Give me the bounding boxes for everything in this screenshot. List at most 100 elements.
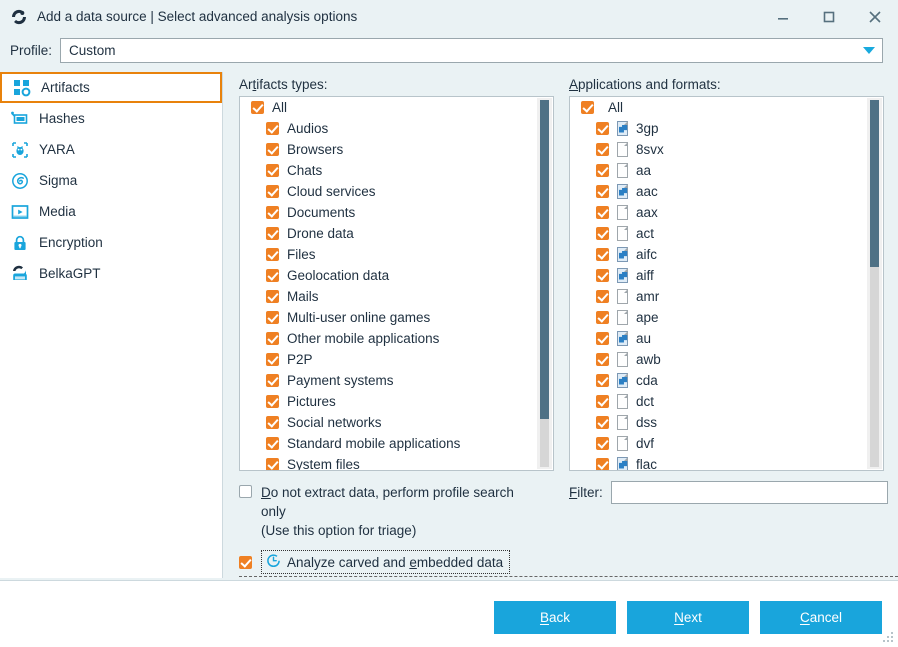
artifact-checkbox[interactable] — [266, 395, 279, 408]
artifacts-scrollbar[interactable] — [537, 98, 552, 469]
artifact-checkbox[interactable] — [266, 374, 279, 387]
format-row[interactable]: awb — [570, 349, 867, 370]
format-checkbox[interactable] — [596, 143, 609, 156]
artifact-checkbox[interactable] — [266, 269, 279, 282]
cancel-button[interactable]: Cancel — [760, 601, 882, 634]
artifacts-row[interactable]: Multi-user online games — [240, 307, 537, 328]
artifacts-row[interactable]: System files — [240, 454, 537, 470]
format-row[interactable]: aiff — [570, 265, 867, 286]
format-checkbox[interactable] — [596, 248, 609, 261]
artifact-checkbox[interactable] — [266, 143, 279, 156]
format-checkbox[interactable] — [596, 311, 609, 324]
format-checkbox[interactable] — [596, 122, 609, 135]
format-checkbox[interactable] — [596, 437, 609, 450]
sidebar-item-media[interactable]: Media — [0, 196, 222, 227]
format-checkbox[interactable] — [596, 416, 609, 429]
no-extract-option[interactable]: Do not extract data, perform profile sea… — [239, 483, 539, 540]
artifacts-row[interactable]: Pictures — [240, 391, 537, 412]
format-checkbox[interactable] — [596, 269, 609, 282]
artifacts-row[interactable]: Mails — [240, 286, 537, 307]
scrollbar-thumb[interactable] — [870, 100, 879, 267]
artifact-checkbox[interactable] — [266, 122, 279, 135]
format-row[interactable]: amr — [570, 286, 867, 307]
artifact-checkbox[interactable] — [266, 311, 279, 324]
back-button[interactable]: Back — [494, 601, 616, 634]
artifacts-row[interactable]: P2P — [240, 349, 537, 370]
sidebar-item-sigma[interactable]: Sigma — [0, 165, 222, 196]
format-checkbox[interactable] — [581, 101, 594, 114]
artifact-checkbox[interactable] — [266, 185, 279, 198]
sidebar-item-belkagpt[interactable]: BelkaGPT — [0, 258, 222, 289]
format-checkbox[interactable] — [596, 353, 609, 366]
format-row[interactable]: dvf — [570, 433, 867, 454]
format-checkbox[interactable] — [596, 374, 609, 387]
applications-formats-listbox[interactable]: All 3gp 8svx aa aac aax act aifc aiff amr ape au awb… — [569, 96, 884, 471]
artifacts-row[interactable]: Other mobile applications — [240, 328, 537, 349]
format-checkbox[interactable] — [596, 395, 609, 408]
artifact-checkbox[interactable] — [266, 416, 279, 429]
no-extract-checkbox[interactable] — [239, 485, 252, 498]
artifact-checkbox[interactable] — [266, 353, 279, 366]
format-row[interactable]: 8svx — [570, 139, 867, 160]
artifacts-row[interactable]: Geolocation data — [240, 265, 537, 286]
maximize-button[interactable] — [806, 0, 852, 33]
artifacts-row[interactable]: Social networks — [240, 412, 537, 433]
artifact-checkbox[interactable] — [266, 290, 279, 303]
sidebar-item-artifacts[interactable]: Artifacts — [0, 72, 222, 103]
format-row[interactable]: aax — [570, 202, 867, 223]
artifact-checkbox[interactable] — [266, 458, 279, 470]
format-row[interactable]: 3gp — [570, 118, 867, 139]
format-row[interactable]: act — [570, 223, 867, 244]
formats-scrollbar[interactable] — [867, 98, 882, 469]
artifact-checkbox[interactable] — [266, 332, 279, 345]
profile-select[interactable]: Custom — [60, 37, 884, 63]
chevron-down-icon[interactable] — [856, 38, 883, 62]
minimize-button[interactable] — [760, 0, 806, 33]
artifact-checkbox[interactable] — [266, 437, 279, 450]
format-row[interactable]: aac — [570, 181, 867, 202]
artifact-checkbox[interactable] — [266, 206, 279, 219]
artifacts-row[interactable]: Chats — [240, 160, 537, 181]
analyze-carved-checkbox[interactable] — [239, 555, 252, 569]
format-checkbox[interactable] — [596, 290, 609, 303]
format-row[interactable]: cda — [570, 370, 867, 391]
analyze-carved-option[interactable]: Analyze carved and embedded data — [239, 550, 511, 574]
format-checkbox[interactable] — [596, 458, 609, 470]
artifacts-row[interactable]: Payment systems — [240, 370, 537, 391]
artifact-checkbox[interactable] — [251, 101, 264, 114]
artifacts-row[interactable]: Browsers — [240, 139, 537, 160]
artifacts-row[interactable]: Standard mobile applications — [240, 433, 537, 454]
artifacts-types-listbox[interactable]: All Audios Browsers Chats Cloud services Docu… — [239, 96, 554, 471]
format-row[interactable]: dss — [570, 412, 867, 433]
format-checkbox[interactable] — [596, 164, 609, 177]
sidebar-item-yara[interactable]: YARA — [0, 134, 222, 165]
artifacts-row[interactable]: Audios — [240, 118, 537, 139]
artifacts-row[interactable]: Cloud services — [240, 181, 537, 202]
artifact-checkbox[interactable] — [266, 227, 279, 240]
scrollbar-thumb[interactable] — [540, 100, 549, 420]
format-checkbox[interactable] — [596, 332, 609, 345]
close-button[interactable] — [852, 0, 898, 33]
format-checkbox[interactable] — [596, 206, 609, 219]
format-row-all[interactable]: All — [570, 97, 867, 118]
artifacts-row-all[interactable]: All — [240, 97, 537, 118]
format-checkbox[interactable] — [596, 227, 609, 240]
artifact-checkbox[interactable] — [266, 164, 279, 177]
sidebar-item-hashes[interactable]: Hashes — [0, 103, 222, 134]
format-row[interactable]: aa — [570, 160, 867, 181]
format-row[interactable]: flac — [570, 454, 867, 470]
sidebar-item-encryption[interactable]: Encryption — [0, 227, 222, 258]
artifacts-row[interactable]: Files — [240, 244, 537, 265]
format-row[interactable]: au — [570, 328, 867, 349]
resize-grip-icon[interactable] — [883, 632, 895, 644]
analyze-carved-focus-box[interactable]: Analyze carved and embedded data — [261, 550, 511, 574]
format-row[interactable]: ape — [570, 307, 867, 328]
filter-input[interactable] — [610, 481, 888, 504]
next-button[interactable]: Next — [627, 601, 749, 634]
artifact-checkbox[interactable] — [266, 248, 279, 261]
artifacts-row[interactable]: Drone data — [240, 223, 537, 244]
artifacts-row[interactable]: Documents — [240, 202, 537, 223]
format-checkbox[interactable] — [596, 185, 609, 198]
format-row[interactable]: dct — [570, 391, 867, 412]
format-row[interactable]: aifc — [570, 244, 867, 265]
